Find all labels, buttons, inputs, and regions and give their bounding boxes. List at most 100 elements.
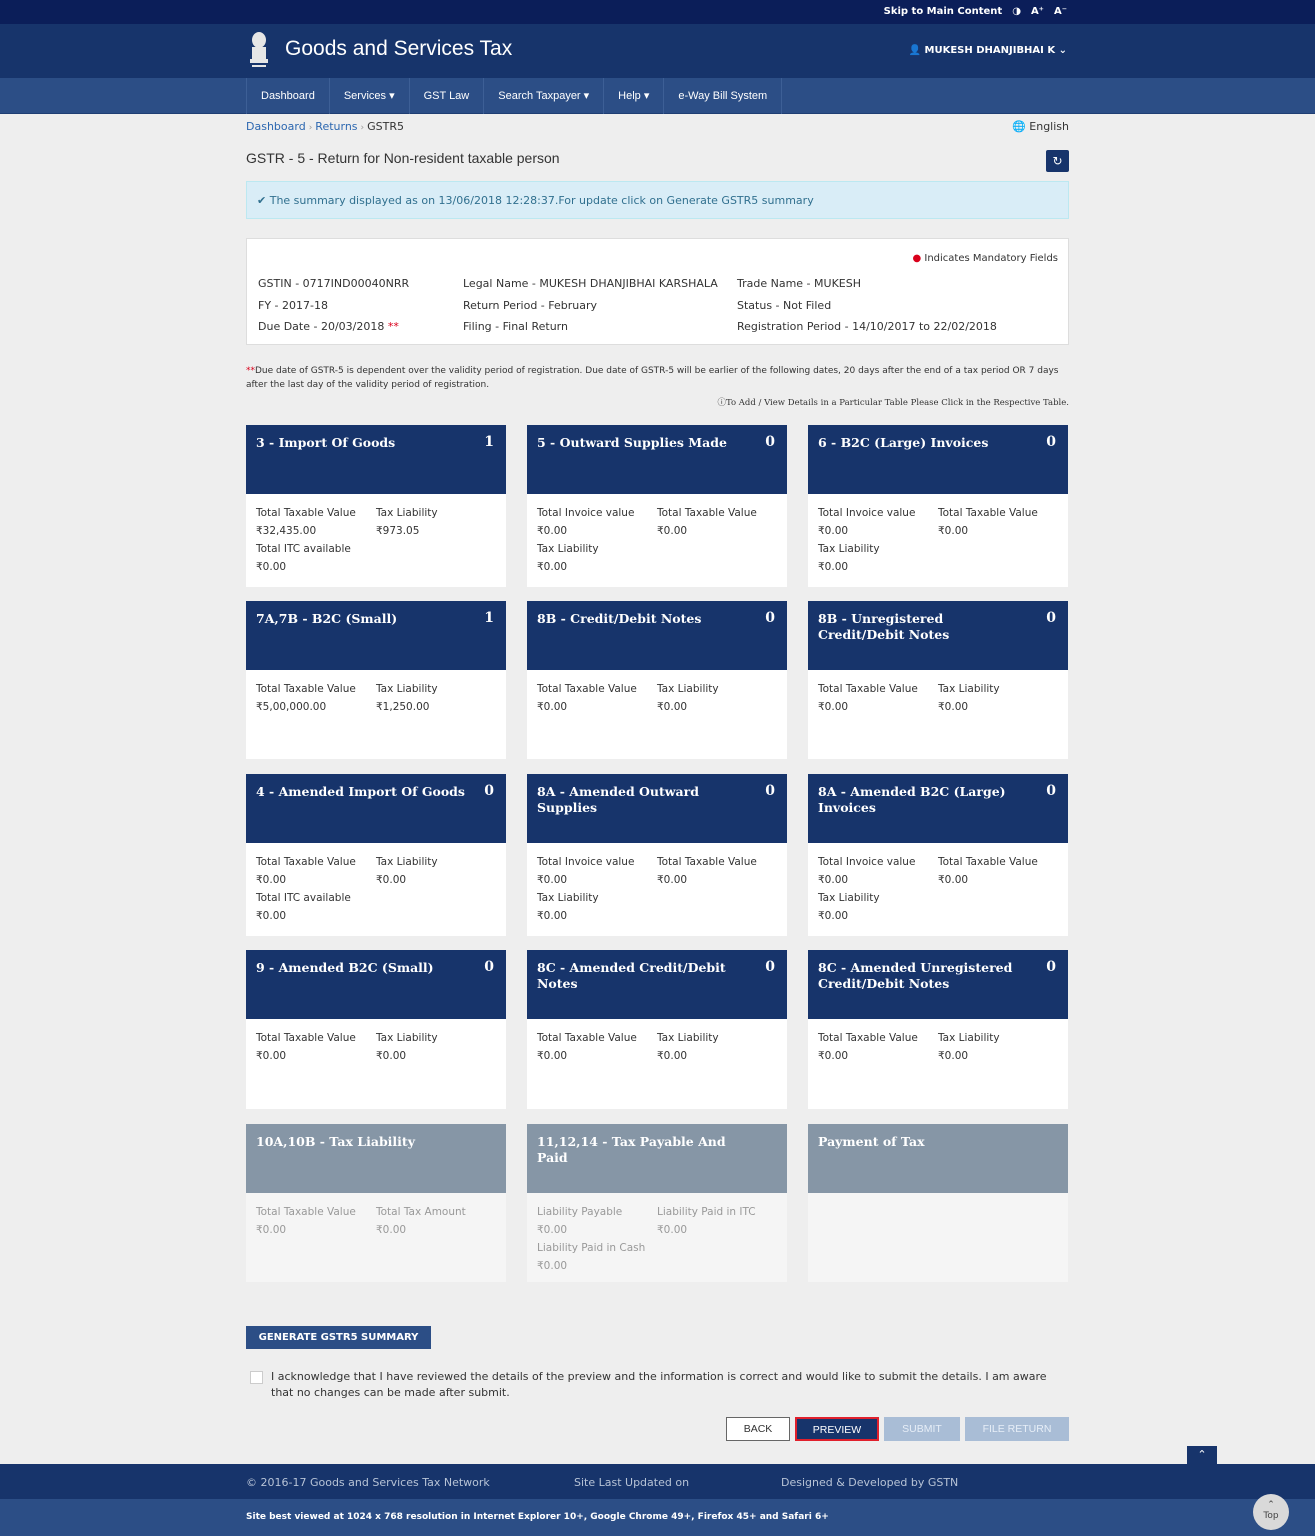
tile-title: 10A,10B - Tax Liability (256, 1134, 415, 1149)
generate-summary-button[interactable]: GENERATE GSTR5 SUMMARY (246, 1326, 431, 1349)
alert-text: The summary displayed as on 13/06/2018 1… (269, 194, 814, 207)
tile-field-label: Total Invoice value (537, 856, 635, 868)
return-tile[interactable]: 9 - Amended B2C (Small) 0 Total Taxable Va… (246, 950, 506, 1109)
tile-header: 8B - Unregistered Credit/Debit Notes 0 (808, 601, 1068, 670)
return-tile[interactable]: 4 - Amended Import Of Goods 0 Total Taxabl… (246, 774, 506, 936)
language-selector[interactable]: 🌐 English (1012, 120, 1069, 133)
site-header: Goods and Services Tax 👤 MUKESH DHANJIBH… (0, 24, 1315, 78)
tile-header: 8A - Amended B2C (Large) Invoices 0 (808, 774, 1068, 843)
tile-header: 8C - Amended Credit/Debit Notes 0 (527, 950, 787, 1019)
nav-services[interactable]: Services ▾ (330, 78, 410, 114)
contrast-icon[interactable]: ◑ (1012, 6, 1021, 17)
acknowledge-checkbox[interactable] (250, 1371, 263, 1384)
fy: FY - 2017-18 (258, 298, 328, 312)
globe-icon: 🌐 (1012, 120, 1026, 133)
top-label: Top (1263, 1511, 1279, 1521)
nav-search-taxpayer[interactable]: Search Taxpayer ▾ (484, 78, 605, 114)
footer-designed: Designed & Developed by GSTN (781, 1476, 959, 1489)
return-tile[interactable]: 3 - Import Of Goods 1 Total Taxable Value T… (246, 425, 506, 587)
preview-button[interactable]: PREVIEW (795, 1417, 879, 1441)
tile-field-label: Total Taxable Value (256, 1032, 356, 1044)
tile-count: 0 (765, 959, 775, 975)
tile-field-value: ₹0.00 (256, 561, 287, 573)
site-title[interactable]: Goods and Services Tax (285, 37, 512, 61)
tile-count: 1 (484, 434, 494, 450)
back-button[interactable]: BACK (726, 1417, 790, 1441)
return-tile[interactable]: 8C - Amended Credit/Debit Notes 0 Total Ta… (527, 950, 787, 1109)
acknowledgement: I acknowledge that I have reviewed the d… (250, 1369, 1065, 1401)
acknowledge-text: I acknowledge that I have reviewed the d… (271, 1370, 1047, 1399)
nav-gst-law[interactable]: GST Law (410, 78, 485, 114)
tile-field-label: Tax Liability (376, 507, 438, 519)
return-tile[interactable]: 8A - Amended B2C (Large) Invoices 0 Total … (808, 774, 1068, 936)
tile-field-value: ₹0.00 (657, 525, 688, 537)
tile-field-label: Total ITC available (256, 543, 351, 555)
check-circle-icon: ✔ (257, 194, 267, 207)
tile-field-label: Tax Liability (376, 1032, 438, 1044)
tile-field-label: Liability Payable (537, 1206, 623, 1218)
tile-field-value: ₹32,435.00 (256, 525, 317, 537)
refresh-icon: ↻ (1052, 154, 1063, 168)
return-tile[interactable]: 7A,7B - B2C (Small) 1 Total Taxable Value T… (246, 601, 506, 759)
return-tile[interactable]: 5 - Outward Supplies Made 0 Total Invoice … (527, 425, 787, 587)
font-decrease-button[interactable]: A⁻ (1054, 6, 1067, 17)
tile-field-value: ₹0.00 (938, 701, 969, 713)
skip-to-main-link[interactable]: Skip to Main Content (884, 6, 1003, 17)
tile-field-label: Tax Liability (537, 543, 599, 555)
tile-field-value: ₹0.00 (657, 874, 688, 886)
scroll-up-tab[interactable]: ⌃ (1187, 1446, 1217, 1464)
return-tile[interactable]: 8A - Amended Outward Supplies 0 Total Invo… (527, 774, 787, 936)
breadcrumb: Dashboard › Returns › GSTR5 (246, 120, 405, 133)
tile-header: 4 - Amended Import Of Goods 0 (246, 774, 506, 843)
tile-field-value: ₹0.00 (818, 1050, 849, 1062)
nav-help[interactable]: Help ▾ (604, 78, 665, 114)
chevron-up-icon: ⌃ (1197, 1448, 1207, 1461)
registration-period: Registration Period - 14/10/2017 to 22/0… (737, 320, 997, 333)
tile-field-label: Total Taxable Value (256, 683, 356, 695)
return-tile[interactable]: 8C - Amended Unregistered Credit/Debit N… (808, 950, 1068, 1109)
emblem-icon[interactable] (246, 30, 272, 70)
tile-body: Total Taxable Value Tax Liability ₹0.00 ₹0.… (527, 1019, 787, 1075)
language-label: English (1029, 120, 1069, 133)
submit-button[interactable]: SUBMIT (884, 1417, 960, 1441)
info-col-2: Legal Name - MUKESH DHANJIBHAI KARSHALA … (463, 273, 718, 338)
due-date-note: **Due date of GSTR-5 is dependent over t… (246, 366, 1059, 390)
tile-field-label: Total ITC available (256, 892, 351, 904)
return-tile[interactable]: 8B - Credit/Debit Notes 0 Total Taxable Va… (527, 601, 787, 759)
user-menu[interactable]: 👤 MUKESH DHANJIBHAI K ⌄ (909, 45, 1067, 56)
tile-field-value: ₹0.00 (537, 910, 568, 922)
nav-eway-bill[interactable]: e-Way Bill System (664, 78, 783, 114)
nav-dashboard[interactable]: Dashboard (246, 78, 330, 114)
breadcrumb-dashboard[interactable]: Dashboard (246, 120, 306, 133)
breadcrumb-returns[interactable]: Returns (315, 120, 357, 133)
tile-body: Liability Payable Liability Paid in ITC ₹0… (527, 1193, 787, 1285)
tile-field-label: Liability Paid in Cash (537, 1242, 646, 1254)
tile-field-label: Total Taxable Value (657, 507, 757, 519)
tile-field-label: Tax Liability (376, 856, 438, 868)
tile-field-label: Total Invoice value (818, 856, 916, 868)
tile-field-label: Total Taxable Value (537, 1032, 637, 1044)
return-tile[interactable]: 6 - B2C (Large) Invoices 0 Total Invoice v… (808, 425, 1068, 587)
tile-field-label: Tax Liability (938, 1032, 1000, 1044)
back-to-top-button[interactable]: ⌃ Top (1253, 1494, 1289, 1530)
tile-header: 8B - Credit/Debit Notes 0 (527, 601, 787, 670)
chevron-down-icon: ⌄ (1058, 45, 1067, 56)
return-tile: Payment of Tax (808, 1124, 1068, 1282)
tile-title: 5 - Outward Supplies Made (537, 435, 727, 450)
refresh-button[interactable]: ↻ (1046, 150, 1069, 172)
tile-count: 0 (765, 610, 775, 626)
tile-title: 11,12,14 - Tax Payable And Paid (537, 1134, 726, 1165)
font-increase-button[interactable]: A⁺ (1031, 6, 1044, 17)
tile-field-label: Tax Liability (818, 892, 880, 904)
tile-field-value: ₹0.00 (818, 910, 849, 922)
tile-field-value: ₹0.00 (537, 701, 568, 713)
return-tile[interactable]: 8B - Unregistered Credit/Debit Notes 0 Tot… (808, 601, 1068, 759)
return-tile: 11,12,14 - Tax Payable And Paid Liability… (527, 1124, 787, 1282)
tile-field-label: Total Taxable Value (938, 856, 1038, 868)
tile-field-value: ₹0.00 (938, 874, 969, 886)
tile-field-value: ₹0.00 (537, 1260, 568, 1272)
due-date: Due Date - 20/03/2018 ** (258, 320, 399, 333)
file-return-button[interactable]: FILE RETURN (965, 1417, 1069, 1441)
tile-header: 8C - Amended Unregistered Credit/Debit N… (808, 950, 1068, 1019)
tile-field-label: Liability Paid in ITC (657, 1206, 756, 1218)
